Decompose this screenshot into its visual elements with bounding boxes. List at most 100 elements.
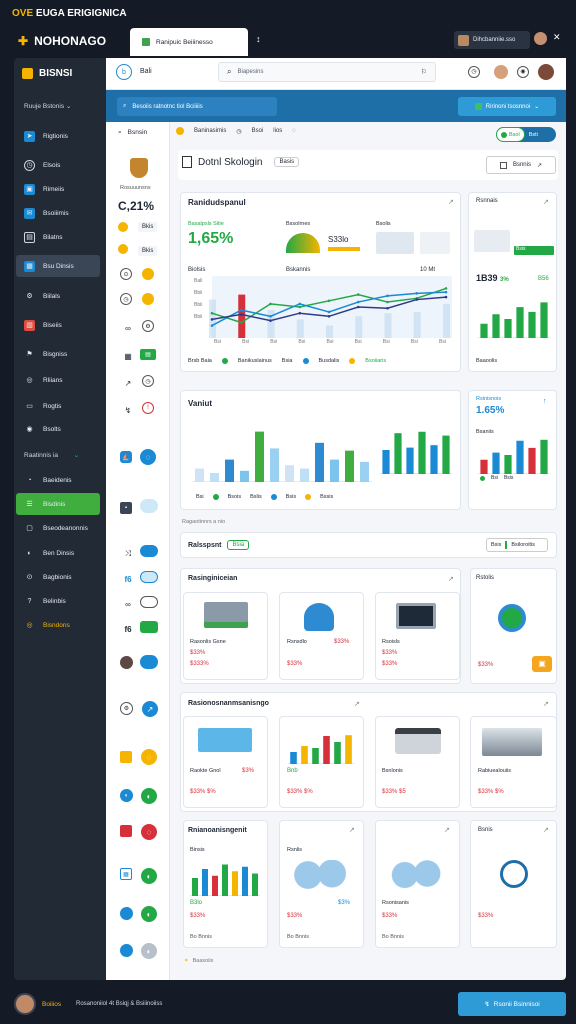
toggle-icon[interactable]	[140, 545, 158, 557]
search-input[interactable]: ⌕ Biapesins ⚐	[218, 62, 436, 82]
banner-button[interactable]: Ririnoni tsosnnoi ⌄	[458, 97, 556, 116]
footer-link[interactable]: ✶ Baasoiis	[184, 958, 213, 964]
sidebar-group-1[interactable]: Ruuje Bstonis ⌄	[24, 102, 71, 110]
sidebar-item[interactable]: ◎ Rliians	[16, 369, 100, 391]
sidebar-item-highlight[interactable]: ☰ Bisdinis	[16, 493, 100, 515]
settings-icon[interactable]: ◉	[517, 66, 529, 78]
dark-square-icon[interactable]: ▪	[120, 502, 132, 514]
sidebar-item[interactable]: ▤ Bilatns	[16, 226, 100, 248]
cart-button[interactable]: ▣	[532, 656, 552, 672]
user-chip[interactable]: Dihcbanniie.sso	[454, 31, 530, 49]
ship-icon[interactable]: ⛵	[120, 451, 132, 463]
clock-icon[interactable]: ◷	[120, 293, 132, 305]
yellow-circle-icon[interactable]: ◌	[141, 749, 157, 765]
red-circle-icon[interactable]: ◌	[141, 824, 157, 840]
avatar-user[interactable]	[538, 64, 554, 80]
orange-square-icon[interactable]	[120, 751, 132, 763]
blue-circle-icon[interactable]: ◌	[140, 449, 156, 465]
mid-bar-right[interactable]: Bsis Bsiloroitis	[486, 538, 548, 552]
header-logo[interactable]: b	[116, 64, 132, 80]
trend-icon[interactable]: ↯	[120, 402, 136, 418]
cloud-icon[interactable]	[140, 499, 158, 513]
sidebar-item[interactable]: ▭ Rogtis	[16, 395, 100, 417]
toolbar-search[interactable]: ⌕ Bsnsin	[118, 129, 147, 137]
toggle-icon[interactable]	[140, 571, 158, 583]
blue-circle-icon[interactable]: ↗	[142, 701, 158, 717]
green-circle-icon[interactable]: ◐	[141, 868, 157, 884]
chart-icon[interactable]: ↗	[120, 375, 136, 391]
green-circle-icon[interactable]: ◐	[141, 788, 157, 804]
link-icon[interactable]: ∞	[120, 320, 136, 336]
avatar[interactable]	[120, 656, 133, 669]
shuffle-icon[interactable]: ⤨	[120, 546, 136, 562]
sidebar-item[interactable]: ▢ Bseodeanonnis	[16, 517, 100, 539]
sidebar-item[interactable]: ⊙ Bagbionis	[16, 566, 100, 588]
tab-active[interactable]: Ranipuic Beiiinesso	[130, 28, 248, 56]
label-icon[interactable]: f6	[120, 621, 136, 637]
blue-circle-icon[interactable]	[120, 907, 133, 920]
sidebar-item[interactable]: ➤ Rigtionis	[16, 125, 100, 147]
expand-icon[interactable]: ↗	[543, 700, 549, 708]
coin-icon[interactable]	[142, 293, 154, 305]
banner-input[interactable]: ⌕ Besoiis ratnotnc tiol Bciiiiis	[117, 97, 277, 116]
sidebar-item[interactable]: ▣ Rimeiis	[16, 178, 100, 200]
alert-icon[interactable]: !	[142, 402, 154, 414]
clock-icon[interactable]: ◷	[468, 66, 480, 78]
gray-circle-icon[interactable]: ◐	[141, 943, 157, 959]
sidebar-item-active[interactable]: ▦ Bsu Dinsis	[16, 255, 100, 277]
coin-icon[interactable]	[142, 268, 154, 280]
expand-icon[interactable]: ↗	[543, 826, 549, 834]
sidebar-item[interactable]: ◐ Ben Dinsis	[16, 542, 100, 564]
filter-3[interactable]: lios	[273, 128, 282, 134]
grid-icon[interactable]: ▦	[120, 348, 136, 364]
expand-icon[interactable]: ↗	[543, 198, 549, 206]
sidebar-item[interactable]: ▥ Biseiis	[16, 314, 100, 336]
footer-avatar[interactable]	[14, 993, 36, 1015]
close-icon[interactable]: ✕	[553, 32, 561, 43]
section-chip[interactable]: Basis	[274, 157, 300, 167]
sidebar-item[interactable]: ⚑ Bisgniss	[16, 343, 100, 365]
expand-icon[interactable]: ↗	[448, 198, 454, 206]
sidebar-item[interactable]: ◔ Baeidenis	[16, 469, 100, 491]
grid-icon[interactable]: ▦	[120, 868, 132, 880]
toggle-icon[interactable]	[140, 655, 158, 669]
pill-icon[interactable]	[140, 596, 158, 608]
toggle[interactable]: Bsol Bsti	[496, 127, 556, 142]
sidebar-item[interactable]: ⚙ Biilals	[16, 285, 100, 307]
expand-icon[interactable]: ↗	[349, 826, 355, 834]
red-square-icon[interactable]	[120, 825, 132, 837]
green-circle-icon[interactable]: ◐	[141, 906, 157, 922]
sidebar-group-2[interactable]: Raatinnis ia ⌄	[24, 451, 79, 459]
section-right-button[interactable]: Bsnnis ↗	[486, 156, 556, 174]
side-kpi-button[interactable]: Bsis	[514, 246, 554, 255]
expand-icon[interactable]: ↗	[444, 826, 450, 834]
rail-shield-icon[interactable]	[130, 158, 148, 178]
clock-icon[interactable]: ◷	[142, 375, 154, 387]
sidebar-item[interactable]: ◷ Elsois	[16, 154, 100, 176]
avatar-top[interactable]	[534, 32, 547, 45]
label-icon[interactable]: f6	[120, 571, 136, 587]
coin-icon[interactable]	[118, 244, 128, 254]
footer-action-button[interactable]: ↯ Rsonii Bsinnisoi	[458, 992, 566, 1016]
gear-icon[interactable]: ⚙	[142, 320, 154, 332]
settings-icon[interactable]: ⚙	[120, 702, 133, 715]
sidebar-item[interactable]: ◉ Bsolts	[16, 418, 100, 440]
sidebar-item[interactable]: ? Belinbis	[16, 590, 100, 612]
tab-caret[interactable]: ↕	[256, 34, 261, 44]
blue-circle-icon[interactable]: ◐	[120, 789, 133, 802]
avatar[interactable]	[494, 65, 508, 79]
badge-icon[interactable]	[140, 621, 158, 633]
arrow-up-icon[interactable]: ↑	[543, 398, 547, 405]
expand-icon[interactable]: ↗	[354, 700, 360, 708]
mid-bar-chip[interactable]: Bsia	[227, 540, 250, 550]
expand-icon[interactable]: ↗	[448, 575, 454, 583]
filter-1[interactable]: Baninasimis	[194, 128, 226, 134]
rail-row[interactable]	[118, 222, 136, 234]
pin-icon[interactable]: ⊙	[120, 268, 132, 280]
sidebar-item[interactable]: ◎ Bisndons	[16, 614, 100, 636]
badge-icon[interactable]: ▤	[140, 349, 156, 360]
blue-circle-icon[interactable]	[120, 944, 133, 957]
link-icon[interactable]: ∞	[120, 596, 136, 612]
sidebar-item[interactable]: ✉ Bsoiiimis	[16, 202, 100, 224]
filter-2[interactable]: Bsoi	[252, 128, 264, 134]
